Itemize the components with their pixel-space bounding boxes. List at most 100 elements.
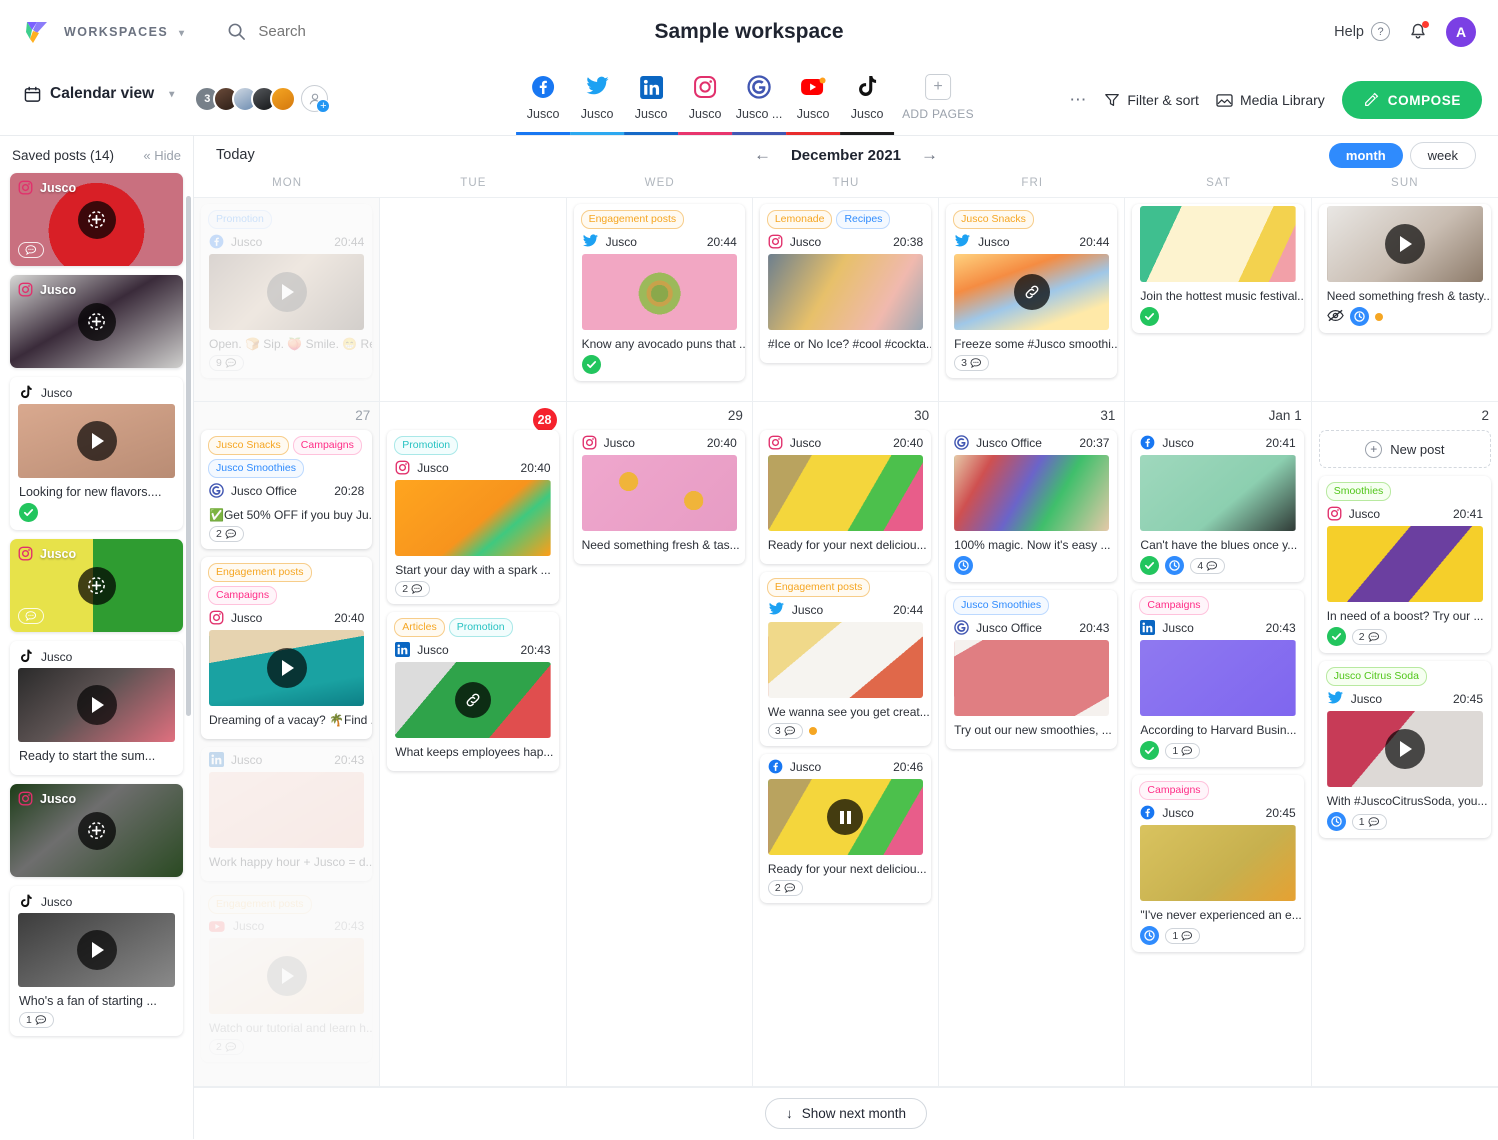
link-icon[interactable]	[1013, 274, 1050, 310]
post-tag[interactable]: Jusco Snacks	[208, 436, 289, 455]
calendar-day-cell[interactable]: Engagement posts Jusco 20:44 Know any avo…	[567, 198, 753, 401]
post-card[interactable]: Smoothies Jusco 20:41 In need of a boost?…	[1318, 476, 1491, 653]
compose-button[interactable]: COMPOSE	[1341, 81, 1482, 119]
saved-post-card[interactable]: Jusco	[10, 539, 183, 632]
add-to-calendar-button[interactable]	[77, 302, 116, 341]
page-tab-instagram[interactable]: Jusco	[678, 63, 733, 135]
saved-post-media[interactable]: Jusco	[10, 275, 183, 368]
post-media[interactable]	[1326, 206, 1483, 282]
media-library-button[interactable]: Media Library	[1216, 92, 1325, 108]
saved-post-card[interactable]: Jusco	[10, 173, 183, 266]
calendar-day-cell[interactable]: Lemonade Recipes Jusco 20:38 #Ice or No Ic…	[753, 198, 940, 401]
post-tag[interactable]: Jusco Snacks	[953, 210, 1034, 229]
hide-sidebar-button[interactable]: « Hide	[143, 148, 181, 163]
comments-badge[interactable]: 1	[1165, 742, 1201, 759]
saved-post-media[interactable]: Jusco	[10, 539, 183, 632]
today-label[interactable]: Today	[216, 147, 255, 163]
post-tag[interactable]: Articles	[394, 618, 445, 637]
calendar-day-cell[interactable]: Jusco Snacks Jusco 20:44 Freeze some #Jus…	[939, 198, 1126, 401]
post-card[interactable]: Jusco Office 20:37 100% magic. Now it's e…	[946, 430, 1118, 582]
post-media[interactable]	[767, 455, 924, 531]
page-tab-google[interactable]: Jusco ...	[732, 63, 787, 135]
saved-post-card[interactable]: Jusco	[10, 275, 183, 368]
comments-badge[interactable]: 2	[767, 880, 803, 896]
calendar-day-cell[interactable]: Join the hottest music festival...	[1125, 198, 1312, 401]
post-media[interactable]	[1140, 825, 1296, 901]
post-media[interactable]	[954, 640, 1110, 716]
post-card[interactable]: Promotion Jusco 20:40 Start your day with…	[387, 430, 559, 604]
calendar-day-cell[interactable]: 30 Jusco 20:40 Ready for your next delici…	[753, 402, 940, 1086]
show-next-month-button[interactable]: ↓ Show next month	[764, 1098, 928, 1129]
workspaces-selector[interactable]: WORKSPACES ▾	[64, 25, 185, 39]
comments-badge[interactable]	[18, 608, 44, 624]
post-card[interactable]: Lemonade Recipes Jusco 20:38 #Ice or No Ic…	[759, 204, 932, 363]
add-collaborator-button[interactable]: +	[301, 85, 331, 113]
calendar-day-cell[interactable]: 31 Jusco Office 20:37 100% magic. Now it'…	[939, 402, 1126, 1086]
post-media[interactable]	[581, 455, 737, 531]
comments-badge[interactable]: 1	[1351, 813, 1387, 830]
saved-post-media[interactable]	[18, 913, 175, 987]
play-button[interactable]	[76, 930, 117, 970]
next-month-button[interactable]: →	[921, 145, 938, 165]
post-card[interactable]: Campaigns Jusco 20:43 According to Harvar…	[1132, 590, 1304, 767]
calendar-day-cell[interactable]: 2 + New post Smoothies Jusco 20:41 In need o…	[1312, 402, 1498, 1086]
post-card[interactable]: Jusco 20:43 Work happy hour + Jusco = d..…	[201, 747, 373, 881]
app-logo-icon[interactable]	[24, 19, 50, 45]
post-tag[interactable]: Promotion	[394, 436, 459, 455]
prev-month-button[interactable]: ←	[754, 145, 771, 165]
page-tab-twitter[interactable]: Jusco	[570, 63, 625, 135]
calendar-view-selector[interactable]: Calendar view ▾	[24, 85, 174, 103]
notifications-button[interactable]	[1408, 20, 1429, 42]
post-media[interactable]	[209, 254, 365, 330]
post-media[interactable]	[395, 662, 551, 738]
play-button[interactable]	[76, 421, 117, 461]
play-button[interactable]	[1384, 729, 1425, 769]
play-button[interactable]	[266, 956, 307, 996]
post-card[interactable]: Jusco 20:41 Can't have the blues once y..…	[1132, 430, 1304, 582]
add-to-calendar-button[interactable]	[77, 811, 116, 850]
play-button[interactable]	[266, 272, 307, 312]
post-media[interactable]	[1140, 640, 1296, 716]
post-media[interactable]	[209, 772, 365, 848]
comments-badge[interactable]: 1	[19, 1012, 54, 1028]
post-media[interactable]	[767, 779, 924, 855]
comments-badge[interactable]: 1	[1165, 927, 1201, 944]
calendar-day-cell[interactable]: 27 Jusco Snacks Campaigns Jusco Smoothies J…	[194, 402, 381, 1086]
calendar-day-cell[interactable]	[380, 198, 567, 401]
saved-post-media[interactable]: Jusco	[10, 173, 183, 266]
help-button[interactable]: Help ?	[1334, 22, 1390, 41]
comments-badge[interactable]: 2	[395, 581, 431, 597]
search-box[interactable]	[227, 22, 499, 41]
avatar[interactable]	[270, 85, 297, 112]
post-card[interactable]: Jusco 20:40 Ready for your next deliciou.…	[759, 430, 932, 564]
add-to-calendar-button[interactable]	[77, 200, 116, 239]
post-tag[interactable]: Lemonade	[766, 210, 833, 229]
post-tag[interactable]: Jusco Smoothies	[953, 596, 1050, 615]
comments-badge[interactable]: 3	[954, 355, 989, 371]
post-tag[interactable]: Promotion	[448, 618, 513, 637]
post-media[interactable]	[1326, 526, 1483, 602]
post-media[interactable]	[1326, 711, 1483, 787]
post-media[interactable]	[767, 254, 924, 330]
saved-post-card[interactable]: Jusco Who's a fan of starting ... 1	[10, 886, 183, 1036]
more-options-button[interactable]: ⋯	[1069, 90, 1087, 110]
sidebar-scrollbar[interactable]	[186, 196, 191, 716]
comments-badge[interactable]: 4	[1190, 557, 1226, 574]
comments-badge[interactable]: 2	[209, 1039, 244, 1055]
post-tag[interactable]: Campaigns	[1139, 781, 1209, 800]
post-media[interactable]	[1140, 455, 1296, 531]
post-card[interactable]: Jusco Smoothies Jusco Office 20:43 Try ou…	[946, 590, 1118, 749]
post-tag[interactable]: Campaigns	[1139, 596, 1209, 615]
add-pages-button[interactable]: + ADD PAGES	[894, 63, 982, 135]
post-tag[interactable]: Engagement posts	[766, 578, 871, 597]
page-tab-youtube[interactable]: Jusco	[786, 63, 841, 135]
post-tag[interactable]: Jusco Citrus Soda	[1325, 667, 1427, 686]
comments-badge[interactable]: 2	[1351, 628, 1387, 645]
post-media[interactable]	[767, 622, 924, 698]
post-card[interactable]: Jusco Snacks Jusco 20:44 Freeze some #Jus…	[946, 204, 1118, 378]
post-media[interactable]	[954, 455, 1110, 531]
collaborator-avatars[interactable]: 3 +	[194, 85, 331, 113]
post-card[interactable]: Jusco 20:46 Ready for your next deliciou.…	[759, 754, 932, 903]
post-tag[interactable]: Promotion	[208, 210, 272, 229]
week-view-button[interactable]: week	[1409, 141, 1476, 169]
